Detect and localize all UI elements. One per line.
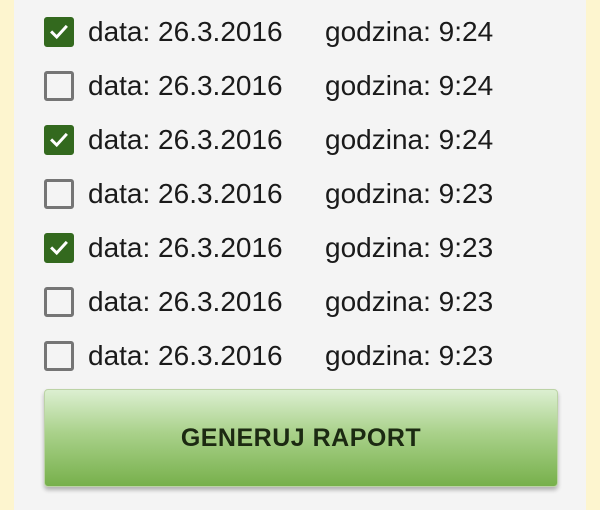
- entry-row-1[interactable]: data: 26.3.2016 godzina: 9:24: [44, 5, 564, 59]
- entry-checkbox-5[interactable]: [44, 233, 74, 263]
- entry-date: data: 26.3.2016: [88, 232, 283, 263]
- entry-time: godzina: 9:23: [325, 178, 494, 209]
- entry-date: data: 26.3.2016: [88, 16, 283, 47]
- entry-checkbox-2[interactable]: [44, 71, 74, 101]
- entry-row-4[interactable]: data: 26.3.2016 godzina: 9:23: [44, 167, 564, 221]
- entry-row-7[interactable]: data: 26.3.2016 godzina: 9:23: [44, 329, 564, 383]
- entry-row-2[interactable]: data: 26.3.2016 godzina: 9:24: [44, 59, 564, 113]
- entry-checkbox-7[interactable]: [44, 341, 74, 371]
- entry-row-5[interactable]: data: 26.3.2016 godzina: 9:23: [44, 221, 564, 275]
- generate-report-button[interactable]: GENERUJ RAPORT: [44, 389, 558, 487]
- entry-time: godzina: 9:23: [325, 286, 494, 317]
- entry-date: data: 26.3.2016: [88, 70, 283, 101]
- checkmark-icon: [50, 132, 68, 148]
- entry-date: data: 26.3.2016: [88, 286, 283, 317]
- entry-time: godzina: 9:24: [325, 16, 494, 47]
- entry-checkbox-4[interactable]: [44, 179, 74, 209]
- entry-date: data: 26.3.2016: [88, 124, 283, 155]
- entry-row-6[interactable]: data: 26.3.2016 godzina: 9:23: [44, 275, 564, 329]
- checkmark-icon: [50, 240, 68, 256]
- entry-checkbox-3[interactable]: [44, 125, 74, 155]
- entry-time: godzina: 9:24: [325, 70, 494, 101]
- entry-date: data: 26.3.2016: [88, 340, 283, 371]
- entry-date: data: 26.3.2016: [88, 178, 283, 209]
- entry-time: godzina: 9:23: [325, 340, 494, 371]
- entry-checkbox-1[interactable]: [44, 17, 74, 47]
- entry-time: godzina: 9:23: [325, 232, 494, 263]
- entry-time: godzina: 9:24: [325, 124, 494, 155]
- entry-row-3[interactable]: data: 26.3.2016 godzina: 9:24: [44, 113, 564, 167]
- entry-checkbox-6[interactable]: [44, 287, 74, 317]
- checkmark-icon: [50, 24, 68, 40]
